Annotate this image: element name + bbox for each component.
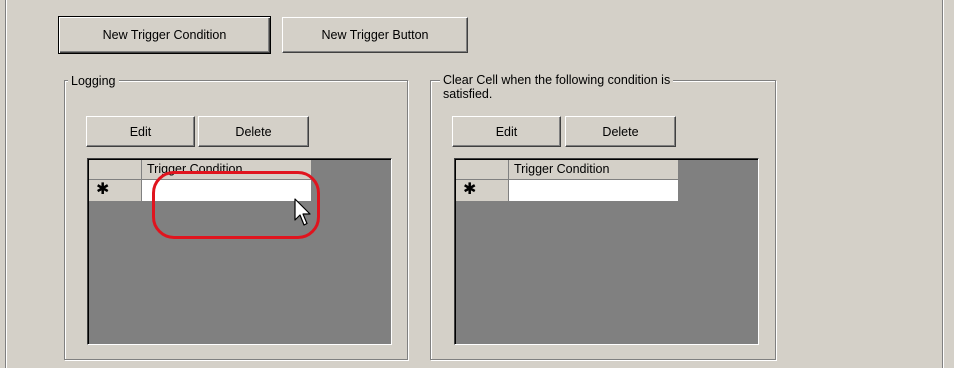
- logging-edit-button[interactable]: Edit: [86, 116, 195, 147]
- grid-corner-header: [456, 160, 509, 180]
- clear-cell-column-header-trigger-condition[interactable]: Trigger Condition: [509, 160, 679, 180]
- clear-cell-trigger-grid[interactable]: Trigger Condition ✱: [454, 158, 759, 345]
- clear-cell-delete-button[interactable]: Delete: [565, 116, 676, 147]
- grid-corner-header: [89, 160, 142, 180]
- clear-cell-delete-label: Delete: [602, 124, 639, 139]
- logging-group-title: Logging: [68, 74, 119, 88]
- logging-new-row-header[interactable]: ✱: [89, 180, 142, 202]
- new-trigger-condition-label: New Trigger Condition: [102, 28, 227, 42]
- clear-cell-group-title: Clear Cell when the following condition …: [440, 73, 674, 101]
- clear-cell-trigger-condition-cell[interactable]: [509, 180, 679, 202]
- window-left-edge-highlight: [6, 0, 7, 368]
- clear-cell-edit-button[interactable]: Edit: [452, 116, 561, 147]
- new-trigger-button-button[interactable]: New Trigger Button: [282, 17, 468, 53]
- clear-cell-title-line2: satisfied.: [443, 87, 493, 101]
- new-row-asterisk-icon: ✱: [96, 181, 110, 198]
- clear-cell-new-row-header[interactable]: ✱: [456, 180, 509, 202]
- window-right-edge-highlight: [943, 0, 944, 368]
- logging-edit-label: Edit: [129, 124, 152, 139]
- arrow-cursor-icon: [294, 198, 311, 226]
- logging-delete-button[interactable]: Delete: [198, 116, 309, 147]
- new-trigger-button-label: New Trigger Button: [321, 28, 429, 42]
- clear-cell-title-line1: Clear Cell when the following condition …: [443, 73, 671, 87]
- new-row-asterisk-icon: ✱: [463, 181, 477, 198]
- logging-delete-label: Delete: [235, 124, 272, 139]
- clear-cell-edit-label: Edit: [495, 124, 518, 139]
- clear-cell-column-header-label: Trigger Condition: [514, 162, 610, 176]
- new-trigger-condition-button[interactable]: New Trigger Condition: [58, 16, 271, 54]
